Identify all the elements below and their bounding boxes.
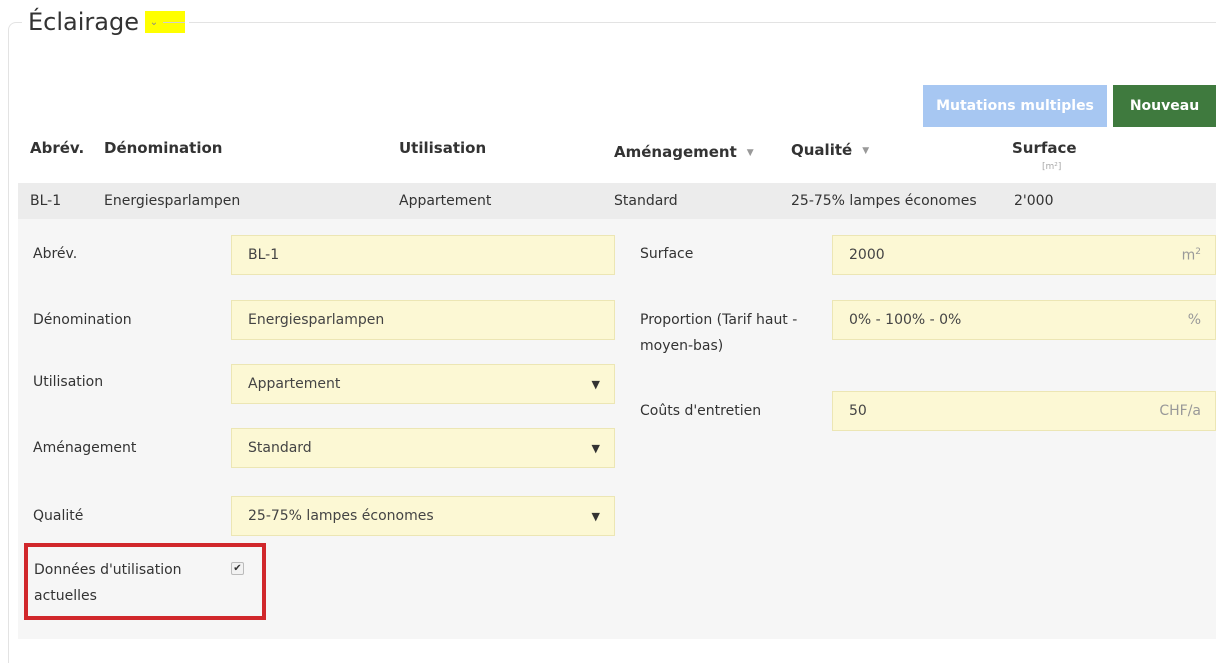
abrev-label: Abrév. bbox=[33, 246, 78, 262]
couts-value: 50 bbox=[849, 403, 867, 419]
col-header-abrev[interactable]: Abrév. bbox=[30, 139, 84, 157]
couts-input[interactable]: 50 CHF/a bbox=[832, 391, 1216, 431]
proportion-label-line1: Proportion (Tarif haut - bbox=[640, 312, 798, 328]
surface-label: Surface bbox=[640, 246, 694, 262]
dropdown-caret-icon: ▼ bbox=[591, 441, 600, 455]
cell-utilisation: Appartement bbox=[399, 193, 492, 209]
section-title: Éclairage bbox=[28, 8, 139, 36]
proportion-label-line2: moyen-bas) bbox=[640, 338, 724, 354]
amenagement-header-label: Aménagement bbox=[614, 143, 737, 161]
mutations-multiples-button[interactable]: Mutations multiples bbox=[923, 85, 1107, 127]
qualite-value: 25-75% lampes économes bbox=[248, 508, 434, 524]
surface-header-unit: [m²] bbox=[1042, 162, 1062, 172]
legend-highlight bbox=[162, 11, 185, 33]
annotation-highlight-box bbox=[24, 543, 266, 620]
qualite-select[interactable]: 25-75% lampes économes ▼ bbox=[231, 496, 615, 536]
denomination-input[interactable]: Energiesparlampen bbox=[231, 300, 615, 340]
proportion-unit: % bbox=[1187, 312, 1201, 328]
filter-caret-icon[interactable]: ▼ bbox=[862, 146, 869, 156]
surface-value: 2000 bbox=[849, 247, 885, 263]
cell-denomination: Energiesparlampen bbox=[104, 193, 241, 209]
amenagement-label: Aménagement bbox=[33, 440, 137, 456]
proportion-value: 0% - 100% - 0% bbox=[849, 312, 962, 328]
col-header-amenagement[interactable]: Aménagement ▼ bbox=[614, 143, 754, 161]
couts-unit: CHF/a bbox=[1159, 403, 1201, 419]
utilisation-select[interactable]: Appartement ▼ bbox=[231, 364, 615, 404]
amenagement-value: Standard bbox=[248, 440, 312, 456]
abrev-value: BL-1 bbox=[248, 247, 280, 263]
proportion-input[interactable]: 0% - 100% - 0% % bbox=[832, 300, 1216, 340]
dropdown-caret-icon: ▼ bbox=[591, 509, 600, 523]
abrev-input[interactable]: BL-1 bbox=[231, 235, 615, 275]
dropdown-caret-icon: ▼ bbox=[591, 377, 600, 391]
couts-label: Coûts d'entretien bbox=[640, 403, 762, 419]
utilisation-value: Appartement bbox=[248, 376, 341, 392]
cell-surface: 2'000 bbox=[1014, 193, 1054, 209]
filter-caret-icon[interactable]: ▼ bbox=[747, 148, 754, 158]
amenagement-select[interactable]: Standard ▼ bbox=[231, 428, 615, 468]
section-legend: Éclairage ⌄ bbox=[22, 2, 189, 42]
surface-unit-exp: 2 bbox=[1195, 246, 1201, 257]
surface-unit: m2 bbox=[1182, 247, 1201, 264]
col-header-denomination[interactable]: Dénomination bbox=[104, 139, 222, 157]
cell-qualite: 25-75% lampes économes bbox=[791, 193, 977, 209]
utilisation-label: Utilisation bbox=[33, 374, 104, 390]
col-header-surface[interactable]: Surface bbox=[1012, 139, 1077, 157]
cell-amenagement: Standard bbox=[614, 193, 678, 209]
cell-abrev: BL-1 bbox=[30, 193, 62, 209]
surface-unit-base: m bbox=[1181, 247, 1196, 264]
denomination-value: Energiesparlampen bbox=[248, 312, 385, 328]
surface-input[interactable]: 2000 m2 bbox=[832, 235, 1216, 275]
col-header-utilisation[interactable]: Utilisation bbox=[399, 139, 486, 157]
col-header-qualite[interactable]: Qualité ▼ bbox=[791, 141, 869, 159]
qualite-header-label: Qualité bbox=[791, 141, 853, 159]
qualite-label: Qualité bbox=[33, 508, 84, 524]
nouveau-button[interactable]: Nouveau bbox=[1113, 85, 1216, 127]
chevron-down-icon[interactable]: ⌄ bbox=[144, 11, 163, 33]
proportion-label: Proportion (Tarif haut - moyen-bas) bbox=[640, 307, 797, 359]
denomination-label: Dénomination bbox=[33, 312, 132, 328]
